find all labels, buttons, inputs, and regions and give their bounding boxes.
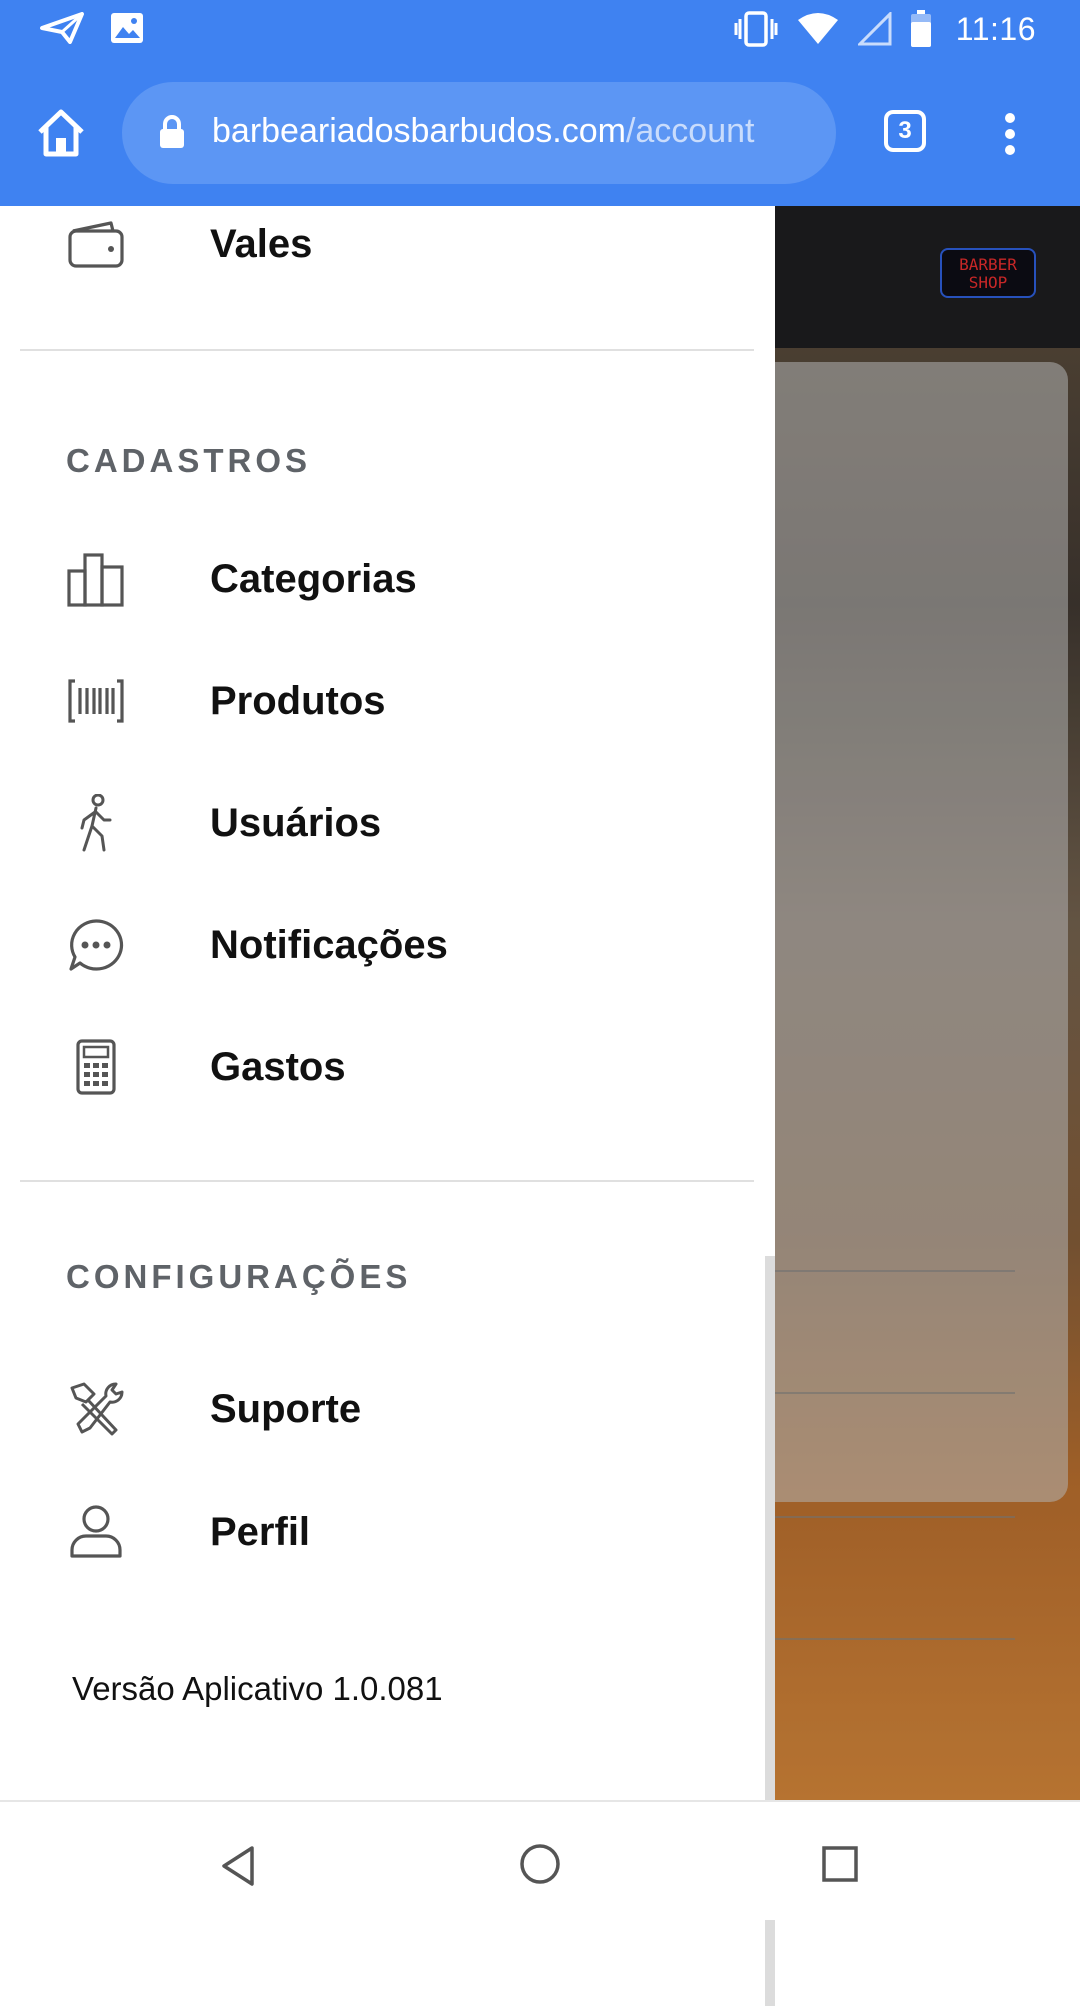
overflow-menu-button[interactable] — [996, 112, 1024, 156]
home-circle-icon — [520, 1844, 560, 1884]
vibrate-icon — [734, 11, 778, 47]
drawer-item-label: Produtos — [210, 679, 386, 723]
system-home-button[interactable] — [518, 1842, 562, 1886]
drawer-item-perfil[interactable]: Perfil — [0, 1482, 760, 1582]
user-icon — [64, 1504, 128, 1560]
tab-switcher-button[interactable]: 3 — [884, 110, 926, 152]
drawer-item-gastos[interactable]: Gastos — [0, 1017, 760, 1117]
gallery-notification-icon — [110, 12, 144, 44]
battery-icon — [910, 10, 932, 48]
send-notification-icon — [40, 12, 84, 44]
status-notifications — [40, 12, 144, 44]
signal-icon — [857, 12, 892, 46]
recents-button[interactable] — [820, 1844, 860, 1884]
status-clock: 11:16 — [955, 10, 1036, 47]
url-domain: barbeariadosbarbudos.com — [212, 112, 626, 150]
section-title-configuracoes: CONFIGURAÇÕES — [66, 1258, 412, 1295]
drawer-item-vales[interactable]: Vales — [0, 194, 760, 294]
recents-icon — [822, 1846, 858, 1882]
drawer-divider — [20, 349, 754, 351]
address-bar[interactable]: barbeariadosbarbudos.com/account — [122, 82, 836, 184]
drawer-item-label: Gastos — [210, 1045, 346, 1089]
background-page: BARBER SHOP — [775, 206, 1080, 1800]
drawer-item-usuarios[interactable]: Usuários — [0, 773, 760, 873]
home-button[interactable] — [34, 106, 88, 160]
browser-chrome: 11:16 barbeariadosbarbudos.com/account 3 — [0, 0, 1080, 206]
barcode-icon — [64, 673, 128, 729]
drawer-scrim[interactable] — [775, 206, 1080, 1800]
url-path: /account — [625, 112, 755, 150]
drawer-item-produtos[interactable]: Produtos — [0, 651, 760, 751]
drawer-item-suporte[interactable]: Suporte — [0, 1359, 760, 1459]
drawer-item-label: Categorias — [210, 557, 417, 601]
lock-icon — [158, 114, 186, 150]
wallet-icon — [64, 216, 128, 272]
app-version: Versão Aplicativo 1.0.081 — [72, 1670, 443, 1707]
section-title-cadastros: CADASTROS — [66, 442, 312, 479]
bar-chart-icon — [64, 551, 128, 607]
tools-icon — [64, 1381, 128, 1437]
calculator-icon — [64, 1039, 128, 1095]
url-text: barbeariadosbarbudos.com/account — [212, 112, 754, 151]
status-system: 11:16 — [734, 10, 1036, 48]
drawer-item-label: Usuários — [210, 801, 382, 845]
drawer-item-categorias[interactable]: Categorias — [0, 529, 760, 629]
more-vert-icon — [1005, 113, 1015, 155]
drawer-item-label: Notificações — [210, 923, 448, 967]
drawer-item-label: Perfil — [210, 1510, 311, 1554]
drawer-divider — [20, 1180, 754, 1182]
drawer-item-notificacoes[interactable]: Notificações — [0, 895, 760, 995]
walking-person-icon — [64, 794, 128, 852]
wifi-icon — [796, 12, 840, 46]
system-nav-bar — [0, 1800, 1080, 1920]
back-button[interactable] — [218, 1844, 258, 1888]
drawer-item-label: Vales — [210, 222, 313, 266]
chat-bubble-icon — [64, 917, 128, 973]
home-icon — [38, 109, 84, 157]
back-icon — [222, 1846, 254, 1886]
navigation-drawer: Vales CADASTROS Categorias Produtos Usuá… — [0, 206, 775, 2006]
drawer-item-label: Suporte — [210, 1387, 362, 1431]
